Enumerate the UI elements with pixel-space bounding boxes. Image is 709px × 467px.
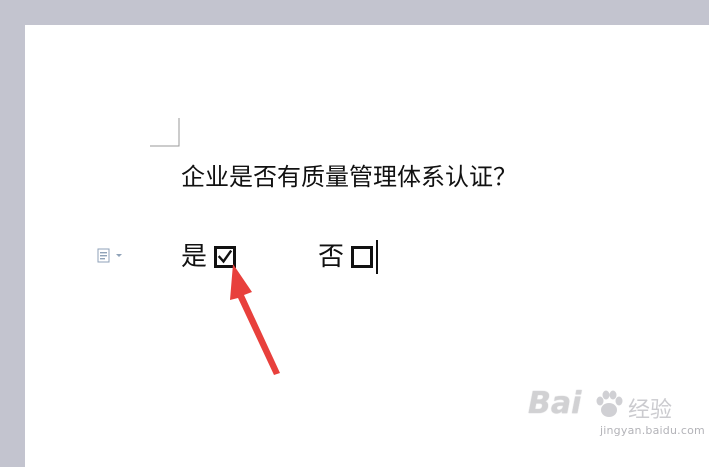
watermark-url: jingyan.baidu.com [600,424,705,437]
document-workspace: 企业是否有质量管理体系认证？ 是 否 Bai 经验 jingyan.baidu.… [0,0,709,467]
text-cursor [376,240,378,274]
watermark-suffix: 经验 [628,398,673,423]
paw-icon [596,390,623,417]
checkbox-empty-icon[interactable] [351,246,373,268]
paste-options-icon[interactable] [96,248,126,264]
watermark-brand: Bai [528,386,582,421]
option-yes-label: 是 [181,242,208,272]
page-corner-mark [150,118,180,147]
baidu-jingyan-watermark: Bai 经验 jingyan.baidu.com [528,386,705,446]
red-arrow-annotation [230,264,280,375]
question-text: 企业是否有质量管理体系认证？ [181,163,517,191]
option-no-label: 否 [318,242,345,272]
